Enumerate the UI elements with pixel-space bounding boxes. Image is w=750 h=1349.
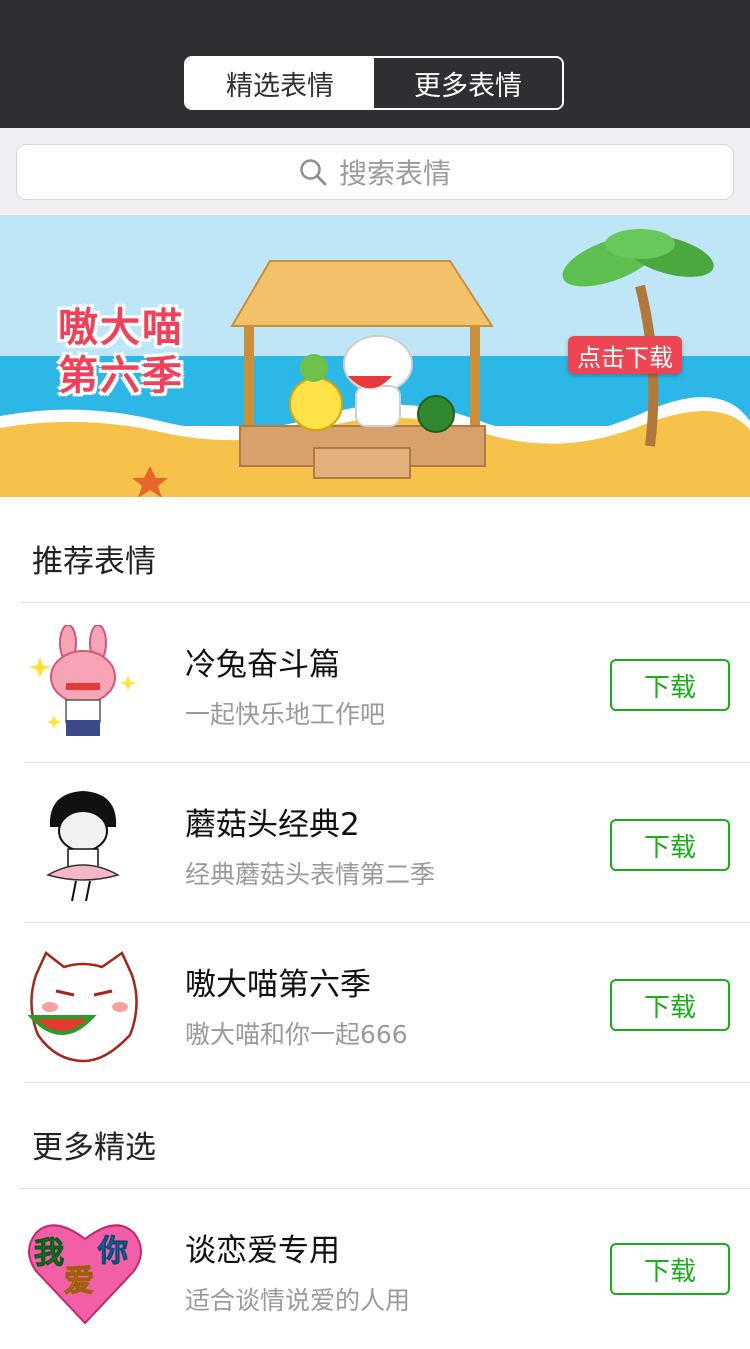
item-description: 嗷大喵和你一起666	[185, 1020, 408, 1049]
section-title-more-featured: 更多精选	[32, 1130, 156, 1166]
list-item[interactable]: 嗷大喵第六季 嗷大喵和你一起666 下载	[0, 923, 750, 1083]
sticker-text-1: 我	[34, 1236, 64, 1271]
banner-title-line1: 嗷大喵	[58, 305, 184, 351]
banner-title: 嗷大喵 第六季	[58, 304, 184, 400]
item-description: 经典蘑菇头表情第二季	[185, 860, 436, 889]
item-name: 谈恋爱专用	[185, 1233, 340, 1269]
divider	[24, 1082, 750, 1083]
item-description: 一起快乐地工作吧	[185, 700, 386, 729]
item-name: 蘑菇头经典2	[185, 807, 360, 843]
list-item[interactable]: 蘑菇头经典2 经典蘑菇头表情第二季 下载	[0, 763, 750, 923]
list-item[interactable]: 冷兔奋斗篇 一起快乐地工作吧 下载	[0, 603, 750, 763]
search-icon	[300, 159, 327, 186]
banner-title-line2: 第六季	[58, 353, 184, 399]
item-name: 冷兔奋斗篇	[185, 647, 340, 683]
mushroom-head-sticker-icon	[46, 791, 120, 902]
search-input[interactable]: 搜索表情	[16, 144, 734, 200]
heart-sticker-icon: 我 爱 你	[28, 1224, 142, 1325]
cat-sticker-icon	[27, 951, 138, 1063]
tab-more[interactable]: 更多表情	[374, 58, 562, 108]
item-name: 嗷大喵第六季	[185, 967, 371, 1003]
top-bar: 精选表情 更多表情	[0, 0, 750, 128]
download-button[interactable]: 下载	[610, 819, 730, 871]
tab-featured[interactable]: 精选表情	[186, 58, 374, 108]
download-button[interactable]: 下载	[610, 979, 730, 1031]
sticker-text-2: 爱	[64, 1264, 94, 1299]
banner-download-button[interactable]: 点击下载	[568, 336, 682, 374]
segmented-control: 精选表情 更多表情	[184, 56, 564, 110]
sticker-text-3: 你	[97, 1234, 128, 1269]
search-bar-container: 搜索表情	[0, 128, 750, 216]
item-description: 适合谈情说爱的人用	[185, 1286, 411, 1315]
promo-banner[interactable]: 嗷大喵 第六季 点击下载	[0, 216, 750, 497]
list-item[interactable]: 我 爱 你 谈恋爱专用 适合谈情说爱的人用 下载	[0, 1189, 750, 1349]
bunny-sticker-icon	[29, 625, 136, 736]
search-placeholder: 搜索表情	[338, 157, 451, 190]
section-title-recommended: 推荐表情	[32, 544, 156, 580]
download-button[interactable]: 下载	[610, 1243, 730, 1295]
download-button[interactable]: 下载	[610, 659, 730, 711]
